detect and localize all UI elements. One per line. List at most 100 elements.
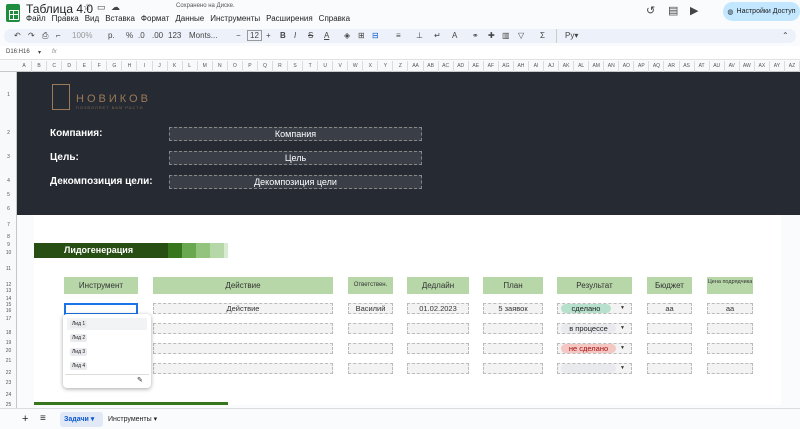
undo-icon[interactable]: ↶ <box>14 29 21 43</box>
column-header[interactable]: W <box>348 61 364 72</box>
column-header[interactable]: AR <box>664 61 680 72</box>
redo-icon[interactable]: ↷ <box>28 29 35 43</box>
deadline-cell[interactable] <box>407 343 469 354</box>
column-header[interactable]: AI <box>529 61 544 72</box>
dropdown-option[interactable]: Лид 2 <box>67 332 147 344</box>
chevron-down-icon[interactable]: ▾ <box>38 49 41 56</box>
column-header[interactable]: D <box>62 61 78 72</box>
menu-format[interactable]: Формат <box>141 14 169 23</box>
column-header[interactable]: T <box>303 61 319 72</box>
column-header[interactable]: L <box>183 61 198 72</box>
column-header[interactable]: Q <box>258 61 273 72</box>
deadline-cell[interactable]: 01.02.2023 <box>407 303 469 314</box>
price-cell[interactable]: аа <box>707 303 753 314</box>
column-header[interactable]: G <box>107 61 123 72</box>
row-header[interactable]: 23 <box>0 380 17 386</box>
borders-icon[interactable]: ⊞ <box>358 29 365 43</box>
column-header[interactable]: I <box>137 61 153 72</box>
column-header[interactable]: AA <box>409 61 424 72</box>
currency-button[interactable]: р. <box>108 29 115 43</box>
column-header[interactable]: AL <box>574 61 590 72</box>
tab-tasks[interactable]: Задачи ▾ <box>60 412 103 427</box>
collapse-toolbar-icon[interactable]: ⌃ <box>782 29 789 43</box>
responsible-cell[interactable] <box>348 323 393 334</box>
merge-cells-icon[interactable]: ⊟ <box>372 29 379 43</box>
column-header[interactable]: O <box>228 61 243 72</box>
italic-button[interactable]: I <box>294 29 296 43</box>
chevron-down-icon[interactable]: ▼ <box>620 305 625 311</box>
row-header[interactable]: 4 <box>0 178 17 184</box>
column-header[interactable]: AP <box>634 61 650 72</box>
column-header[interactable]: AH <box>514 61 529 72</box>
wrap-text-icon[interactable]: ↵ <box>434 29 441 43</box>
status-chip[interactable]: сделано <box>561 304 611 313</box>
action-cell[interactable] <box>153 363 333 374</box>
column-header[interactable]: AF <box>484 61 499 72</box>
action-cell[interactable] <box>153 323 333 334</box>
row-header[interactable]: 18 <box>0 330 17 336</box>
goal-field[interactable]: Цель <box>169 151 422 165</box>
menu-data[interactable]: Данные <box>175 14 204 23</box>
chart-icon[interactable]: ▥ <box>502 29 510 43</box>
zoom-select[interactable]: 100% <box>72 29 92 43</box>
status-chip[interactable]: не сделано <box>561 344 616 353</box>
deadline-cell[interactable] <box>407 363 469 374</box>
row-header[interactable]: 17 <box>0 316 17 322</box>
menu-edit[interactable]: Правка <box>52 14 79 23</box>
row-header[interactable]: 24 <box>0 392 17 398</box>
plan-cell[interactable]: 5 заявок <box>483 303 543 314</box>
column-header[interactable]: C <box>47 61 63 72</box>
functions-icon[interactable]: Σ <box>540 29 545 43</box>
company-field[interactable]: Компания <box>169 127 422 141</box>
dropdown-option[interactable]: Лид 4 <box>67 360 147 372</box>
row-header[interactable]: 5 <box>0 192 17 198</box>
column-header[interactable]: A <box>17 61 33 72</box>
column-header[interactable]: H <box>122 61 138 72</box>
column-header[interactable]: AT <box>695 61 710 72</box>
responsible-cell[interactable] <box>348 343 393 354</box>
column-header[interactable]: AS <box>680 61 695 72</box>
name-box[interactable]: D16:H16 <box>6 49 30 55</box>
column-header[interactable]: E <box>77 61 93 72</box>
percent-button[interactable]: % <box>126 29 133 43</box>
row-header[interactable]: 19 <box>0 340 17 346</box>
row-header[interactable]: 8 <box>0 234 17 240</box>
all-sheets-icon[interactable]: ≡ <box>40 413 46 424</box>
column-header[interactable]: AY <box>770 61 785 72</box>
star-icon[interactable]: ☆ <box>83 2 91 13</box>
plan-cell[interactable] <box>483 363 543 374</box>
paint-format-icon[interactable]: ⌐ <box>56 29 61 43</box>
row-header[interactable]: 2 <box>0 130 17 136</box>
column-header[interactable]: AU <box>710 61 725 72</box>
column-header[interactable]: AJ <box>544 61 560 72</box>
price-cell[interactable] <box>707 363 753 374</box>
move-folder-icon[interactable]: ▭ <box>97 2 106 13</box>
link-icon[interactable]: ⚭ <box>472 29 479 43</box>
action-cell[interactable]: Действие <box>153 303 333 314</box>
row-header[interactable]: 1 <box>0 92 17 98</box>
row-header[interactable]: 7 <box>0 222 17 228</box>
menu-help[interactable]: Справка <box>319 14 350 23</box>
budget-cell[interactable]: аа <box>647 303 692 314</box>
column-header[interactable]: Y <box>378 61 394 72</box>
column-header[interactable]: Z <box>393 61 409 72</box>
fill-color-icon[interactable]: ◈ <box>344 29 350 43</box>
column-header[interactable]: AQ <box>649 61 665 72</box>
bold-button[interactable]: B <box>280 29 286 43</box>
column-header[interactable]: AV <box>725 61 740 72</box>
row-header[interactable]: 21 <box>0 358 17 364</box>
column-header[interactable]: N <box>213 61 228 72</box>
chevron-down-icon[interactable]: ▼ <box>620 325 625 331</box>
decomp-field[interactable]: Декомпозиция цели <box>169 175 422 189</box>
status-chip[interactable] <box>561 364 616 373</box>
text-color-button[interactable]: A <box>324 29 329 43</box>
action-cell[interactable] <box>153 343 333 354</box>
filter-icon[interactable]: ▽ <box>518 29 524 43</box>
price-cell[interactable] <box>707 343 753 354</box>
price-cell[interactable] <box>707 323 753 334</box>
row-header[interactable]: 16 <box>0 308 17 314</box>
column-header[interactable]: AK <box>559 61 575 72</box>
column-header[interactable]: AC <box>439 61 454 72</box>
font-size-input[interactable]: 12 <box>247 30 262 41</box>
chevron-down-icon[interactable]: ▼ <box>620 365 625 371</box>
